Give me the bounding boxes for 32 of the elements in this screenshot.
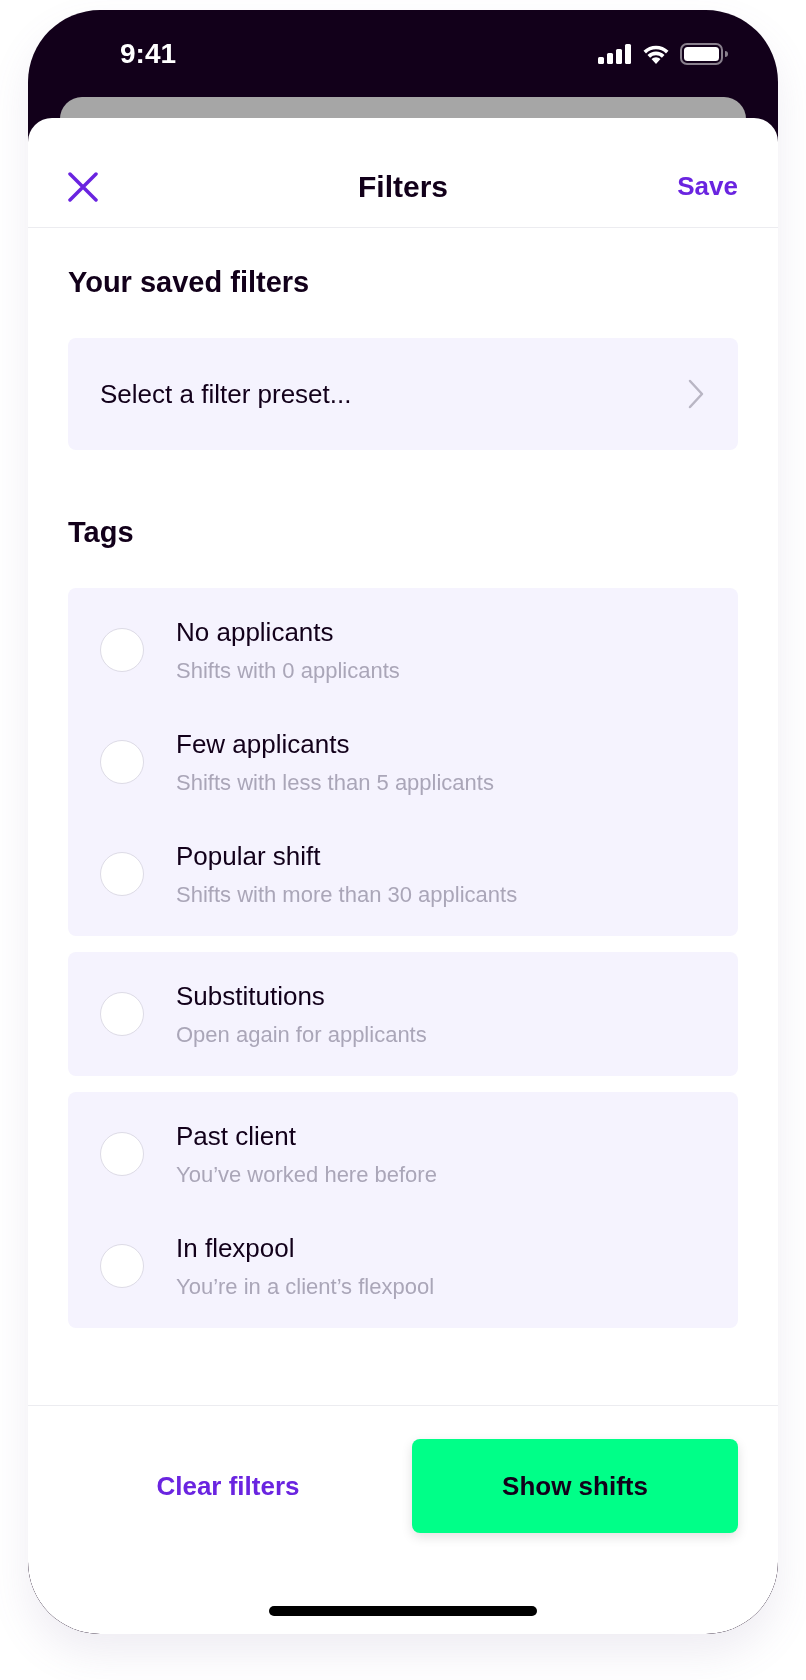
tag-title: Popular shift: [176, 840, 322, 872]
preset-selector[interactable]: Select a filter preset...: [68, 338, 738, 450]
battery-icon: [680, 42, 728, 65]
show-shifts-button[interactable]: Show shifts: [412, 1439, 738, 1533]
tag-description: Shifts with 0 applicants: [176, 657, 400, 684]
close-icon: [68, 171, 98, 202]
tag-title: Past client: [176, 1120, 297, 1152]
radio-button[interactable]: [100, 740, 144, 784]
wifi-icon: [642, 43, 670, 64]
section-heading: Tags: [68, 515, 135, 550]
clear-filters-button[interactable]: Clear filters: [68, 1470, 388, 1502]
status-time: 9:41: [120, 37, 177, 70]
sheet-title: Filters: [358, 169, 448, 204]
tag-description: You’re in a client’s flexpool: [176, 1273, 435, 1300]
signal-icon: [598, 43, 632, 64]
close-button[interactable]: [68, 171, 98, 202]
tag-title: Few applicants: [176, 728, 351, 760]
radio-button[interactable]: [100, 992, 144, 1036]
radio-button[interactable]: [100, 628, 144, 672]
chevron-icon: [688, 379, 704, 409]
tag-title: No applicants: [176, 616, 335, 648]
tag-description: Open again for applicants: [176, 1021, 427, 1048]
tag-title: Substitutions: [176, 980, 326, 1012]
tag-description: Shifts with more than 30 applicants: [176, 881, 518, 908]
radio-button[interactable]: [100, 852, 144, 896]
tag-title: In flexpool: [176, 1232, 296, 1264]
radio-button[interactable]: [100, 1132, 144, 1176]
radio-button[interactable]: [100, 1244, 144, 1288]
save-button[interactable]: Save: [677, 171, 738, 202]
tag-description: Shifts with less than 5 applicants: [176, 769, 494, 796]
tag-description: You’ve worked here before: [176, 1161, 437, 1188]
section-heading: Your saved filters: [68, 265, 311, 300]
